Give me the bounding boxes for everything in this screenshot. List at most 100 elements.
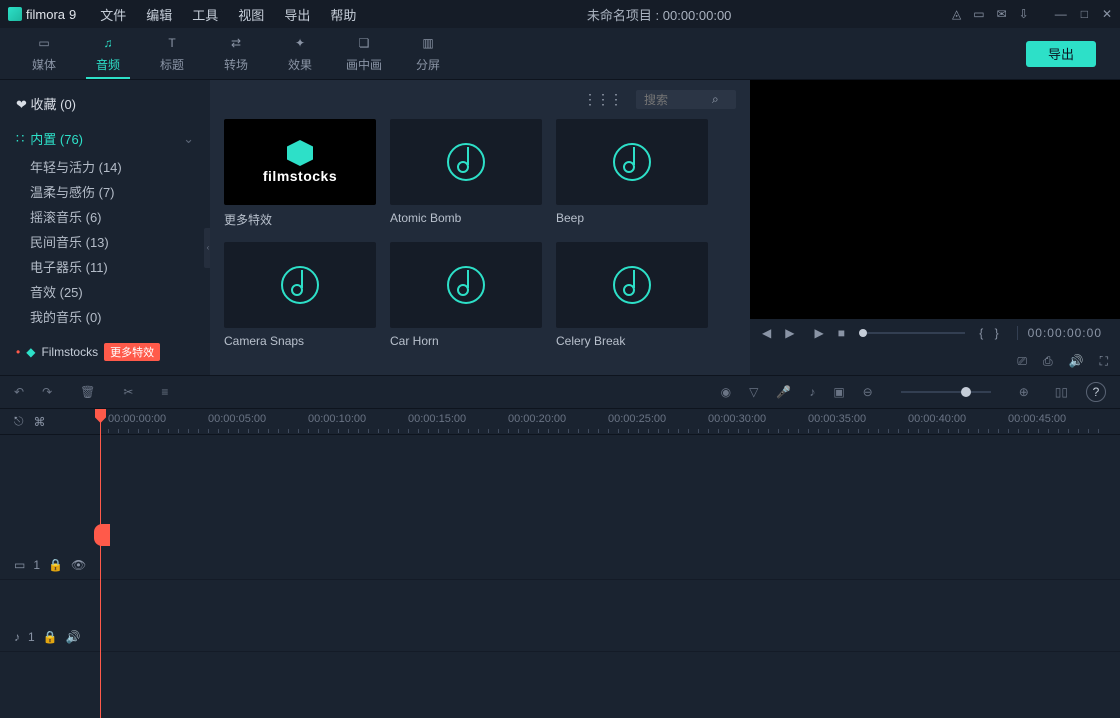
visibility-icon[interactable]: 👁 (71, 558, 86, 572)
zoom-thumb[interactable] (961, 387, 971, 397)
marker-icon[interactable]: ▽ (749, 385, 758, 399)
menu-tools[interactable]: 工具 (182, 5, 228, 24)
builtin-header[interactable]: ∷ 内置 (76) ⌄ (0, 123, 210, 154)
settings-icon[interactable]: ≡ (161, 385, 168, 399)
menu-file[interactable]: 文件 (90, 5, 136, 24)
cat-item-4[interactable]: 电子器乐 (11) (0, 254, 210, 279)
card-celery-break[interactable]: Celery Break (556, 242, 708, 348)
menu-export[interactable]: 导出 (274, 5, 320, 24)
crop-icon[interactable]: ▣ (833, 385, 844, 399)
card-beep[interactable]: Beep (556, 119, 708, 228)
menu-edit[interactable]: 编辑 (136, 5, 182, 24)
audio-thumb (390, 242, 542, 328)
ruler-label: 00:00:15:00 (408, 413, 466, 425)
progress-bar[interactable] (859, 332, 965, 334)
range-braces[interactable]: { } (979, 326, 1002, 340)
zoom-slider[interactable] (901, 391, 991, 393)
fit-icon[interactable]: ▯▯ (1055, 385, 1068, 399)
notification-icon[interactable]: ▭ (973, 7, 984, 21)
progress-thumb[interactable] (859, 329, 867, 337)
menu-view[interactable]: 视图 (228, 5, 274, 24)
card-camera-snaps[interactable]: Camera Snaps (224, 242, 376, 348)
tab-transition[interactable]: ⇄转场 (204, 29, 268, 79)
zoom-out-icon[interactable]: ⊖ (863, 385, 873, 399)
undo-icon[interactable]: ↶ (14, 385, 24, 399)
video-track[interactable]: ▭ 1 🔒 👁 (0, 550, 1120, 580)
voiceover-icon[interactable]: 🎤 (776, 385, 791, 399)
help-icon[interactable]: ? (1086, 382, 1106, 402)
cat-item-2[interactable]: 摇滚音乐 (6) (0, 204, 210, 229)
app-logo: filmora9 (8, 7, 76, 22)
link-icon[interactable]: ⌘ (34, 415, 46, 429)
snap-icon[interactable]: ⎋ (14, 414, 24, 429)
card-car-horn[interactable]: Car Horn (390, 242, 542, 348)
filmstocks-thumb: filmstocks (224, 119, 376, 205)
ruler-left-tools: ⎋ ⌘ (0, 409, 100, 434)
maximize-icon[interactable]: □ (1081, 7, 1088, 21)
grid-dots-icon: ∷ (16, 131, 24, 147)
search-box[interactable]: ⌕ (636, 90, 736, 109)
preview-controls: ◀ ▶ ▶ ■ { } 00:00:00:00 (750, 319, 1120, 347)
ruler-label: 00:00:20:00 (508, 413, 566, 425)
close-icon[interactable]: ✕ (1102, 7, 1112, 21)
timeline-toolbar: ↶ ↷ 🗑 ✂ ≡ ◉ ▽ 🎤 ♪ ▣ ⊖ ⊕ ▯▯ ? (0, 375, 1120, 409)
next-frame-icon[interactable]: ▶ (785, 326, 794, 340)
playhead[interactable] (100, 409, 101, 718)
preview-bottom-bar: ⎚ ⎙ 🔊 ⛶ (750, 347, 1120, 375)
filmstocks-badge: 更多特效 (104, 343, 160, 361)
delete-icon[interactable]: 🗑 (80, 385, 95, 399)
card-atomic-bomb[interactable]: Atomic Bomb (390, 119, 542, 228)
red-marker[interactable] (94, 524, 110, 546)
mute-icon[interactable]: 🔊 (66, 630, 81, 644)
tab-media-label: 媒体 (32, 56, 56, 73)
tab-pip[interactable]: ❏画中画 (332, 29, 396, 79)
stop-icon[interactable]: ■ (838, 326, 845, 340)
play-icon[interactable]: ▶ (814, 326, 823, 340)
filmstocks-cube-icon (287, 140, 313, 166)
minimize-icon[interactable]: — (1055, 7, 1067, 21)
ruler-label: 00:00:05:00 (208, 413, 266, 425)
audio-thumb (556, 119, 708, 205)
cat-item-6[interactable]: 我的音乐 (0) (0, 304, 210, 329)
tab-effect[interactable]: ✦效果 (268, 29, 332, 79)
chevron-down-icon: ⌄ (183, 131, 194, 147)
redo-icon[interactable]: ↷ (42, 385, 52, 399)
record-icon[interactable]: ◉ (721, 385, 731, 399)
tab-split[interactable]: ▥分屏 (396, 29, 460, 79)
filmstocks-label: Filmstocks (41, 345, 98, 359)
time-ruler[interactable]: 00:00:00:0000:00:05:0000:00:10:0000:00:1… (100, 409, 1120, 434)
cat-item-5[interactable]: 音效 (25) (0, 279, 210, 304)
volume-icon[interactable]: 🔊 (1069, 354, 1084, 368)
export-button[interactable]: 导出 (1026, 41, 1096, 67)
filmstocks-link[interactable]: • ◆ Filmstocks 更多特效 (0, 337, 210, 367)
note-icon (447, 266, 485, 304)
prev-frame-icon[interactable]: ◀ (762, 326, 771, 340)
lock-icon[interactable]: 🔒 (43, 630, 58, 644)
search-input[interactable] (644, 93, 712, 107)
fullscreen-icon[interactable]: ⛶ (1100, 354, 1108, 369)
quality-icon[interactable]: ⎚ (1017, 354, 1027, 369)
account-icon[interactable]: ◬ (952, 7, 961, 21)
cat-item-0[interactable]: 年轻与活力 (14) (0, 154, 210, 179)
audio-track[interactable]: ♪ 1 🔒 🔊 (0, 622, 1120, 652)
builtin-label: 内置 (76) (30, 129, 83, 148)
mic-icon[interactable]: ⇩ (1019, 7, 1029, 21)
message-icon[interactable]: ✉ (997, 7, 1007, 21)
cut-icon[interactable]: ✂ (123, 385, 133, 399)
tab-audio[interactable]: ♫音频 (76, 29, 140, 79)
tab-pip-label: 画中画 (346, 56, 382, 73)
cat-item-3[interactable]: 民间音乐 (13) (0, 229, 210, 254)
favorites-row[interactable]: ❤ 收藏 (0) (0, 90, 210, 117)
grid-view-icon[interactable]: ⋮⋮⋮ (583, 91, 622, 108)
menu-help[interactable]: 帮助 (320, 5, 366, 24)
snapshot-icon[interactable]: ⎙ (1043, 354, 1053, 369)
audio-mixer-icon[interactable]: ♪ (809, 385, 815, 399)
video-track-icon: ▭ (14, 558, 25, 572)
tab-media[interactable]: ▭媒体 (12, 29, 76, 79)
search-icon[interactable]: ⌕ (712, 92, 719, 107)
lock-icon[interactable]: 🔒 (48, 558, 63, 572)
zoom-in-icon[interactable]: ⊕ (1019, 385, 1029, 399)
cat-item-1[interactable]: 温柔与感伤 (7) (0, 179, 210, 204)
tab-title[interactable]: T标题 (140, 29, 204, 79)
card-filmstocks[interactable]: filmstocks 更多特效 (224, 119, 376, 228)
